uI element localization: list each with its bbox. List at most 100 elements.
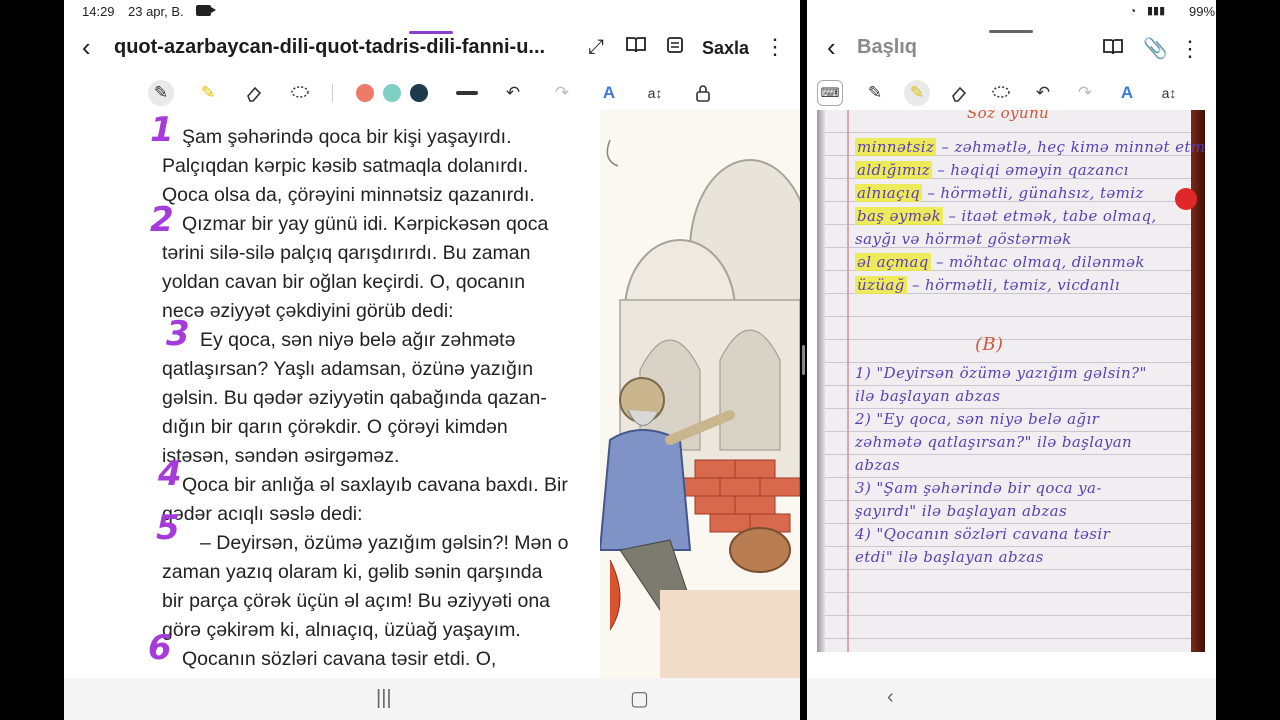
notes-pen-icon[interactable]: ✎ <box>862 80 888 106</box>
system-nav-bar: ||| ▢ <box>64 678 800 720</box>
notes-undo-icon[interactable]: ↶ <box>1030 80 1056 106</box>
story-line: tərini silə-silə palçıq qarışdırırdı. Bu… <box>162 242 531 264</box>
notes-redo-icon[interactable]: ↷ <box>1072 80 1098 106</box>
expand-icon[interactable]: ⤢ <box>588 36 604 59</box>
story-line: qatlaşırsan? Yaşlı adamsan, özünə yazığı… <box>162 358 534 380</box>
task-line: 2) "Ey qoca, sən niyə belə ağır <box>855 410 1100 428</box>
notes-nav-bar: ‹ <box>807 678 1216 720</box>
task-line: etdi" ilə başlayan abzas <box>855 548 1044 566</box>
notes-icon[interactable] <box>666 36 684 60</box>
story-line: Şam şəhərində qoca bir kişi yaşayırdı. <box>182 126 512 148</box>
eraser-icon[interactable] <box>241 80 267 106</box>
window-grabber[interactable] <box>989 30 1033 33</box>
task-line: abzas <box>855 456 901 474</box>
document-page[interactable]: Şam şəhərində qoca bir kişi yaşayırdı. Pa… <box>64 110 800 678</box>
stroke-width-icon[interactable] <box>456 91 478 95</box>
task-line: 3) "Şam şəhərində bir qoca ya- <box>855 479 1102 497</box>
notes-back-icon[interactable]: ‹ <box>827 34 836 60</box>
vocab-definition: – hörmətli, günahsız, təmiz <box>927 184 1144 202</box>
notes-text-fit-icon[interactable]: a↕ <box>1156 80 1182 106</box>
vocab-word: üzüağ <box>855 276 907 294</box>
book-view-icon[interactable] <box>626 36 646 60</box>
battery-level: 99% <box>1189 4 1216 19</box>
title-drag-indicator <box>409 31 453 34</box>
notes-more-icon[interactable]: ⋮ <box>1179 38 1201 60</box>
story-line: Qızmar bir yay günü idi. Kərpickəsən qoc… <box>182 213 549 235</box>
story-line: Ey qoca, sən niyə belə ağır zəhmətə <box>200 329 516 351</box>
keyboard-icon[interactable]: ⌨ <box>817 80 843 106</box>
note-title[interactable]: Başlıq <box>857 36 917 59</box>
vocab-word: alnıaçıq <box>855 184 923 202</box>
task-line: ilə başlayan abzas <box>855 387 1001 405</box>
story-line: dığın bir qarın çörəkdir. O çörəyi kimdə… <box>162 416 508 438</box>
redo-icon[interactable]: ↷ <box>549 80 575 106</box>
vocab-definition: sayğı və hörmət göstərmək <box>855 230 1072 248</box>
red-marker <box>1175 188 1197 210</box>
vocab-note: baş əymək – itaət etmək, tabe olmaq, <box>855 207 1157 225</box>
notebook-photo[interactable]: Söz oyunu minnətsiz – zəhmətlə, heç kimə… <box>817 110 1205 652</box>
nav-back-icon[interactable]: ‹ <box>887 686 894 709</box>
story-line: – Deyirsən, özümə yazığım gəlsin?! Mən o <box>200 532 569 554</box>
text-fit-icon[interactable]: a↕ <box>642 80 668 106</box>
story-illustration <box>598 110 800 678</box>
lasso-icon[interactable] <box>287 80 313 106</box>
color-swatch-teal[interactable] <box>383 84 401 102</box>
vocab-definition: – itaət etmək, tabe olmaq, <box>948 207 1157 225</box>
status-bar: 14:29 23 apr, B. <box>64 0 800 24</box>
notes-lasso-icon[interactable] <box>988 80 1014 106</box>
recent-apps-icon[interactable]: ||| <box>376 687 392 710</box>
vocab-definition: – möhtac olmaq, dilənmək <box>935 253 1145 271</box>
text-style-icon[interactable]: A <box>596 80 622 106</box>
task-line: 4) "Qocanın sözləri cavana təsir <box>855 525 1111 543</box>
story-line: Palçıqdan kərpic kəsib satmaqla dolanırd… <box>162 155 529 177</box>
notes-text-style-icon[interactable]: A <box>1114 80 1140 106</box>
vocab-definition: – həqiqi əməyin qazancı <box>937 161 1129 179</box>
lock-icon[interactable] <box>690 80 716 106</box>
save-button[interactable]: Saxla <box>702 38 749 59</box>
status-bar-right: ◔ ▮▮▮ 99% <box>807 0 1216 24</box>
status-time: 14:29 <box>82 4 115 19</box>
story-line: görə çəkirəm ki, alnıaçıq, üzüağ yaşayım… <box>162 619 521 641</box>
notes-highlighter-icon[interactable]: ✎ <box>904 80 930 106</box>
story-line: qədər acıqlı səslə dedi: <box>162 503 363 525</box>
vocab-word: baş əymək <box>855 207 944 225</box>
notes-pane: ◔ ▮▮▮ 99% ‹ Başlıq 📎 ⋮ ⌨ ✎ ✎ ↶ ↷ A a↕ Sö… <box>807 0 1216 720</box>
notes-eraser-icon[interactable] <box>946 80 972 106</box>
story-line: istəsən, səndən əsirgəməz. <box>162 445 400 467</box>
split-view-handle[interactable] <box>800 0 807 720</box>
highlighter-icon[interactable]: ✎ <box>195 80 221 106</box>
pen-icon[interactable]: ✎ <box>148 80 174 106</box>
toolbar-divider <box>332 84 333 102</box>
task-line: 1) "Deyirsən özümə yazığım gəlsin?" <box>855 364 1147 382</box>
vocab-word: əl açmaq <box>855 253 931 271</box>
screen-record-icon <box>196 5 216 16</box>
notes-book-view-icon[interactable] <box>1103 38 1123 62</box>
document-title: quot-azarbaycan-dili-quot-tadris-dili-fa… <box>114 36 546 58</box>
wifi-icon: ◔ <box>1129 4 1137 18</box>
vocab-note: üzüağ – hörmətli, təmiz, vicdanlı <box>855 276 1120 294</box>
story-text: Şam şəhərində qoca bir kişi yaşayırdı. Pa… <box>162 123 592 674</box>
story-line: zaman yazıq olaram ki, gəlib sənin qarşı… <box>162 561 543 583</box>
notes-toolbar: ⌨ ✎ ✎ ↶ ↷ A a↕ <box>807 74 1216 110</box>
home-icon[interactable]: ▢ <box>630 686 649 711</box>
paragraph-marker-5: 5 <box>156 508 180 548</box>
vocab-note: sayğı və hörmət göstərmək <box>855 230 1072 248</box>
paragraph-marker-1: 1 <box>150 110 174 150</box>
status-date: 23 apr, B. <box>128 4 184 19</box>
back-icon[interactable]: ‹ <box>82 34 91 60</box>
attach-icon[interactable]: 📎 <box>1143 36 1168 61</box>
undo-icon[interactable]: ↶ <box>500 80 526 106</box>
story-line: Qocanın sözləri cavana təsir etdi. O, <box>182 648 497 670</box>
more-icon[interactable]: ⋮ <box>764 36 786 58</box>
task-line: şayırdı" ilə başlayan abzas <box>855 502 1068 520</box>
color-swatch-navy[interactable] <box>410 84 428 102</box>
vocab-definition: – hörmətli, təmiz, vicdanlı <box>911 276 1120 294</box>
signal-icon: ▮▮▮ <box>1147 5 1166 17</box>
story-line: necə əziyyət çəkdiyini görüb dedi: <box>162 300 454 322</box>
color-swatch-coral[interactable] <box>356 84 374 102</box>
vocab-word: minnətsiz <box>855 138 937 156</box>
vocab-note: alnıaçıq – hörmətli, günahsız, təmiz <box>855 184 1144 202</box>
story-line: Qoca bir anlığa əl saxlayıb cavana baxdı… <box>182 474 568 496</box>
paragraph-marker-6: 6 <box>148 628 172 668</box>
section-label: (B) <box>975 334 1004 355</box>
